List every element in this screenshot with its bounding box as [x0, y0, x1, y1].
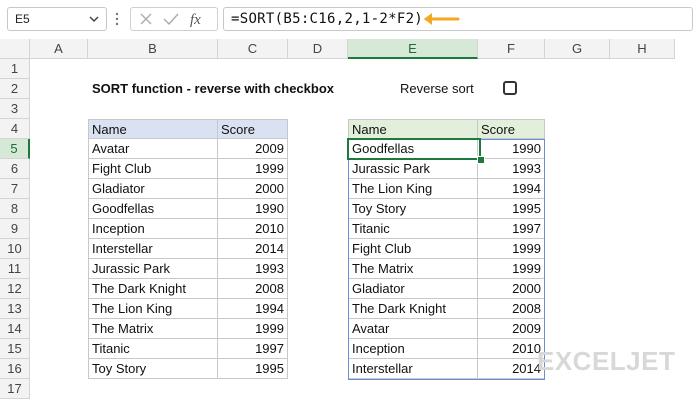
spreadsheet-window: E5 fx =SORT(B5:C16,2,1-2*F2) A B C D E F… [0, 0, 700, 400]
select-all-corner[interactable] [0, 39, 30, 59]
table-cell-score[interactable]: 1999 [218, 319, 288, 339]
row-header-15[interactable]: 15 [0, 339, 30, 359]
row-header-9[interactable]: 9 [0, 219, 30, 239]
table-cell-name[interactable]: Inception [348, 339, 478, 359]
table-cell-score[interactable]: 1999 [478, 239, 545, 259]
row-header-10[interactable]: 10 [0, 239, 30, 259]
chevron-down-icon[interactable] [88, 12, 100, 26]
table-cell-name[interactable]: Gladiator [348, 279, 478, 299]
table-cell-name[interactable]: Titanic [88, 339, 218, 359]
table-cell-score[interactable]: 2008 [478, 299, 545, 319]
row-header-12[interactable]: 12 [0, 279, 30, 299]
table-cell-score[interactable]: 1990 [478, 139, 545, 159]
table-cell-name[interactable]: Avatar [348, 319, 478, 339]
table-cell-score[interactable]: 1997 [218, 339, 288, 359]
table-cell-name[interactable]: Toy Story [348, 199, 478, 219]
table-cell-name[interactable]: Inception [88, 219, 218, 239]
column-header-h[interactable]: H [610, 39, 675, 59]
table-cell-name[interactable]: The Matrix [88, 319, 218, 339]
table-cell-score[interactable]: 2008 [218, 279, 288, 299]
row-header-1[interactable]: 1 [0, 59, 30, 79]
table-cell-score[interactable]: 1999 [478, 259, 545, 279]
arrow-left-icon [424, 13, 460, 25]
source_table-header-score[interactable]: Score [218, 119, 288, 139]
source_table-header-name[interactable]: Name [88, 119, 218, 139]
table-cell-score[interactable]: 2010 [218, 219, 288, 239]
column-header-b[interactable]: B [88, 39, 218, 59]
result_table-header-score[interactable]: Score [478, 119, 545, 139]
more-options-icon[interactable] [115, 11, 119, 27]
table-cell-name[interactable]: The Lion King [348, 179, 478, 199]
table-cell-name[interactable]: The Dark Knight [88, 279, 218, 299]
formula-input[interactable]: =SORT(B5:C16,2,1-2*F2) [223, 7, 693, 31]
table-cell-score[interactable]: 1997 [478, 219, 545, 239]
watermark-text: EXCELJET [537, 346, 676, 376]
name-box-value: E5 [15, 12, 30, 26]
table-cell-score[interactable]: 2009 [218, 139, 288, 159]
reverse-sort-checkbox[interactable] [503, 81, 517, 95]
table-cell-score[interactable]: 1999 [218, 159, 288, 179]
column-header-g[interactable]: G [545, 39, 610, 59]
table-cell-score[interactable]: 1995 [478, 199, 545, 219]
formula-tools: fx [130, 7, 218, 31]
table-cell-score[interactable]: 2009 [478, 319, 545, 339]
table-cell-name[interactable]: Jurassic Park [348, 159, 478, 179]
table-cell-name[interactable]: Interstellar [88, 239, 218, 259]
row-header-6[interactable]: 6 [0, 159, 30, 179]
table-cell-score[interactable]: 2010 [478, 339, 545, 359]
table-cell-score[interactable]: 1993 [218, 259, 288, 279]
table-cell-score[interactable]: 2000 [478, 279, 545, 299]
row-header-3[interactable]: 3 [0, 99, 30, 119]
row-header-17[interactable]: 17 [0, 379, 30, 399]
exceljet-watermark: EXCELJET [537, 346, 675, 377]
table-cell-name[interactable]: Goodfellas [348, 139, 478, 159]
row-header-2[interactable]: 2 [0, 79, 30, 99]
table-cell-name[interactable]: Titanic [348, 219, 478, 239]
table-cell-score[interactable]: 1994 [218, 299, 288, 319]
x-icon[interactable] [139, 12, 153, 26]
table-cell-score[interactable]: 2014 [478, 359, 545, 379]
row-header-16[interactable]: 16 [0, 359, 30, 379]
table-cell-name[interactable]: Interstellar [348, 359, 478, 379]
column-header-c[interactable]: C [218, 39, 288, 59]
table-cell-score[interactable]: 2014 [218, 239, 288, 259]
formula-bar: E5 fx =SORT(B5:C16,2,1-2*F2) [0, 0, 700, 38]
table-cell-score[interactable]: 1993 [478, 159, 545, 179]
table-cell-name[interactable]: Gladiator [88, 179, 218, 199]
column-header-e[interactable]: E [348, 39, 478, 59]
row-header-5[interactable]: 5 [0, 139, 30, 159]
table-cell-name[interactable]: Fight Club [88, 159, 218, 179]
row-header-14[interactable]: 14 [0, 319, 30, 339]
fx-icon[interactable]: fx [189, 11, 211, 27]
column-header-d[interactable]: D [288, 39, 348, 59]
table-cell-name[interactable]: The Matrix [348, 259, 478, 279]
table-cell-score[interactable]: 2000 [218, 179, 288, 199]
table-cell-name[interactable]: Fight Club [348, 239, 478, 259]
row-header-11[interactable]: 11 [0, 259, 30, 279]
table-cell-name[interactable]: The Dark Knight [348, 299, 478, 319]
row-header-8[interactable]: 8 [0, 199, 30, 219]
table-cell-score[interactable]: 1995 [218, 359, 288, 379]
name-box[interactable]: E5 [7, 7, 107, 31]
formula-text: =SORT(B5:C16,2,1-2*F2) [231, 11, 424, 27]
fill-handle[interactable] [477, 156, 485, 164]
svg-text:fx: fx [190, 12, 201, 27]
row-header-4[interactable]: 4 [0, 119, 30, 139]
result_table-header-name[interactable]: Name [348, 119, 478, 139]
table-cell-name[interactable]: Jurassic Park [88, 259, 218, 279]
table-cell-name[interactable]: The Lion King [88, 299, 218, 319]
check-icon[interactable] [163, 12, 179, 26]
sheet-title: SORT function - reverse with checkbox [92, 81, 334, 96]
row-header-7[interactable]: 7 [0, 179, 30, 199]
column-header-a[interactable]: A [30, 39, 88, 59]
column-header-f[interactable]: F [478, 39, 545, 59]
table-cell-score[interactable]: 1990 [218, 199, 288, 219]
table-cell-score[interactable]: 1994 [478, 179, 545, 199]
row-header-13[interactable]: 13 [0, 299, 30, 319]
table-cell-name[interactable]: Avatar [88, 139, 218, 159]
table-cell-name[interactable]: Goodfellas [88, 199, 218, 219]
table-cell-name[interactable]: Toy Story [88, 359, 218, 379]
reverse-sort-label: Reverse sort [400, 81, 474, 96]
